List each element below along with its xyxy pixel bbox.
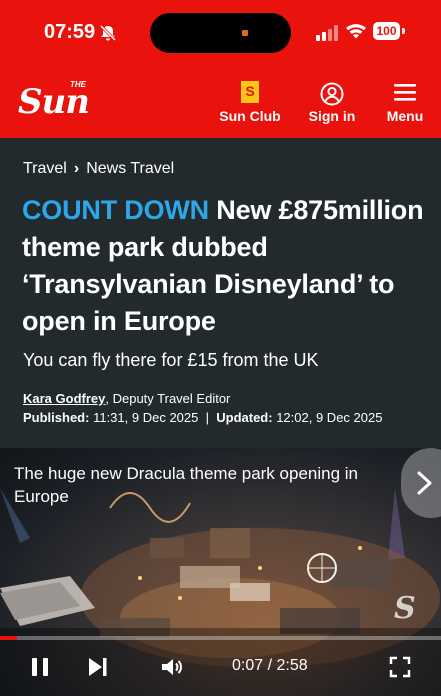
breadcrumb: Travel › News Travel [23, 160, 174, 178]
video-title: The huge new Dracula theme park opening … [14, 464, 358, 506]
chevron-right-icon: › [73, 160, 80, 177]
headline-kicker: COUNT DOWN [22, 195, 209, 225]
article-dates: Published: 11:31, 9 Dec 2025 | Updated: … [23, 409, 382, 427]
breadcrumb-news-travel[interactable]: News Travel [86, 160, 174, 178]
sun-watermark-icon: S [394, 591, 416, 624]
video-duration: 2:58 [276, 657, 308, 674]
signal-icon [316, 25, 338, 41]
sign-in-button[interactable]: Sign in [304, 80, 360, 130]
bell-muted-icon [99, 24, 117, 42]
skip-next-icon[interactable] [86, 655, 110, 679]
updated-date: 12:02, 9 Dec 2025 [276, 410, 383, 425]
sun-club-button[interactable]: S Sun Club [216, 80, 284, 130]
logo-wordmark: Sun [18, 82, 90, 122]
hamburger-icon [394, 84, 416, 101]
pause-icon[interactable] [28, 655, 52, 679]
dynamic-island [150, 13, 291, 53]
article-headline: COUNT DOWN New £875million theme park du… [22, 192, 427, 340]
sign-in-label: Sign in [308, 108, 356, 124]
breadcrumb-travel[interactable]: Travel [23, 160, 67, 178]
fullscreen-icon[interactable] [388, 655, 412, 679]
video-current-time: 0:07 [232, 657, 264, 674]
video-progress-fill [0, 636, 18, 640]
updated-label: Updated: [216, 410, 273, 425]
status-time: 07:59 [44, 21, 96, 43]
user-icon [320, 82, 344, 106]
video-time: 0:07 / 2:58 [232, 657, 308, 674]
battery-level: 100 [373, 22, 400, 40]
wifi-icon [346, 24, 366, 39]
sun-club-icon: S [241, 81, 259, 103]
article-standfirst: You can fly there for £15 from the UK [23, 350, 319, 370]
svg-text:S: S [394, 591, 416, 624]
site-header: 07:59 100 THE Sun S Sun Club Sign in Men… [0, 0, 441, 138]
byline: Kara Godfrey, Deputy Travel Editor [23, 390, 230, 408]
video-progress-track[interactable] [0, 636, 441, 640]
published-label: Published: [23, 410, 90, 425]
date-divider: | [202, 410, 213, 425]
chevron-right-icon [417, 471, 432, 495]
volume-icon[interactable] [160, 655, 184, 679]
menu-button[interactable]: Menu [382, 80, 428, 130]
author-link[interactable]: Kara Godfrey [23, 391, 105, 406]
menu-label: Menu [386, 108, 424, 124]
sun-club-label: Sun Club [219, 108, 281, 124]
published-date: 11:31, 9 Dec 2025 [93, 410, 199, 425]
the-sun-logo[interactable]: THE Sun [18, 80, 118, 124]
status-bar: 07:59 100 [0, 0, 441, 62]
author-role: , Deputy Travel Editor [105, 391, 231, 406]
battery-icon: 100 [373, 22, 405, 40]
recording-indicator [242, 30, 248, 36]
